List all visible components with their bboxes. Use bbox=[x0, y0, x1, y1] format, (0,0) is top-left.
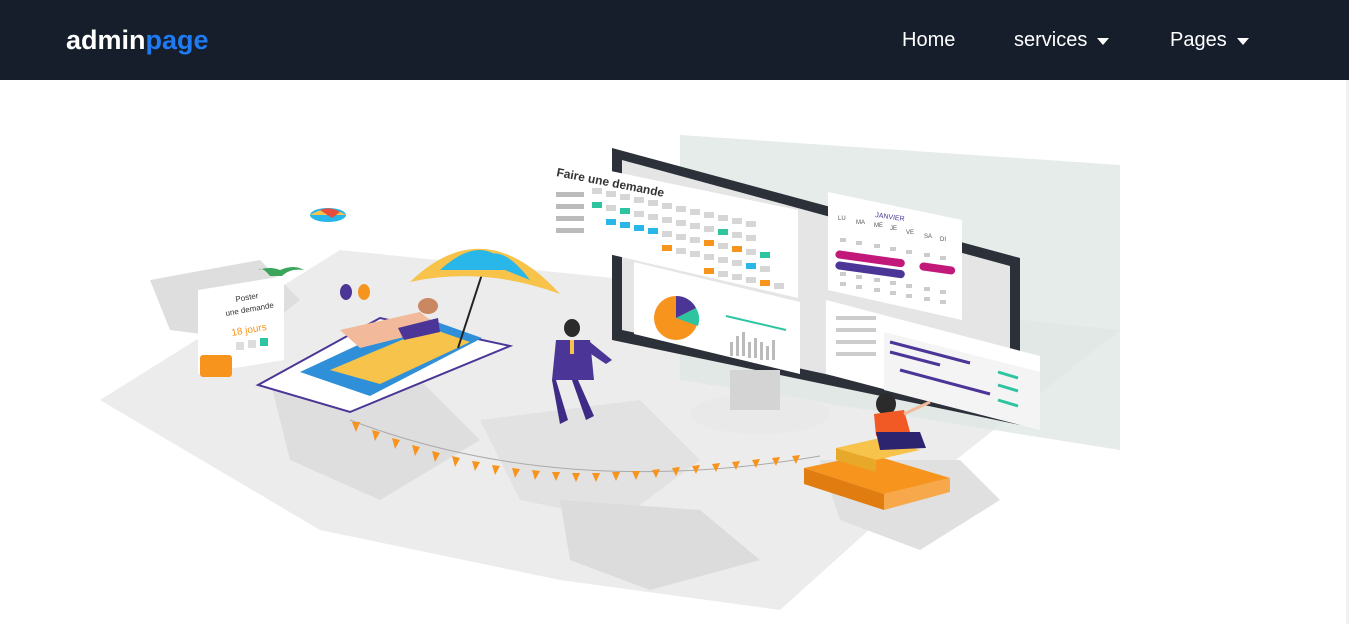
svg-text:ME: ME bbox=[874, 223, 883, 229]
brand-logo[interactable]: adminpage bbox=[66, 24, 209, 56]
svg-text:JE: JE bbox=[890, 226, 897, 232]
sandal bbox=[340, 284, 352, 300]
svg-text:DI: DI bbox=[940, 237, 946, 243]
chevron-down-icon bbox=[1097, 37, 1110, 45]
chevron-down-icon bbox=[1236, 37, 1249, 45]
nav-link-services[interactable]: services bbox=[1014, 28, 1110, 52]
svg-text:MA: MA bbox=[856, 220, 865, 226]
svg-text:SA: SA bbox=[924, 234, 932, 240]
nav-link-home[interactable]: Home bbox=[902, 28, 955, 52]
hero-illustration: Faire une demande JANVIER LU MA ME JE VE… bbox=[0, 80, 1349, 624]
nav-link-pages-label: Pages bbox=[1170, 29, 1227, 51]
brand-text-admin: admin bbox=[66, 25, 146, 55]
top-navbar: adminpage Home services Pages bbox=[0, 0, 1349, 80]
nav-link-home-label: Home bbox=[902, 29, 956, 51]
isometric-illustration: Faire une demande JANVIER LU MA ME JE VE… bbox=[100, 135, 1120, 610]
nav-link-services-label: services bbox=[1014, 29, 1088, 51]
brand-text-page: page bbox=[145, 25, 209, 55]
svg-text:VE: VE bbox=[906, 230, 914, 236]
suitcase-icon bbox=[200, 355, 232, 377]
svg-text:LU: LU bbox=[838, 216, 846, 222]
nav-link-pages[interactable]: Pages bbox=[1170, 28, 1249, 52]
